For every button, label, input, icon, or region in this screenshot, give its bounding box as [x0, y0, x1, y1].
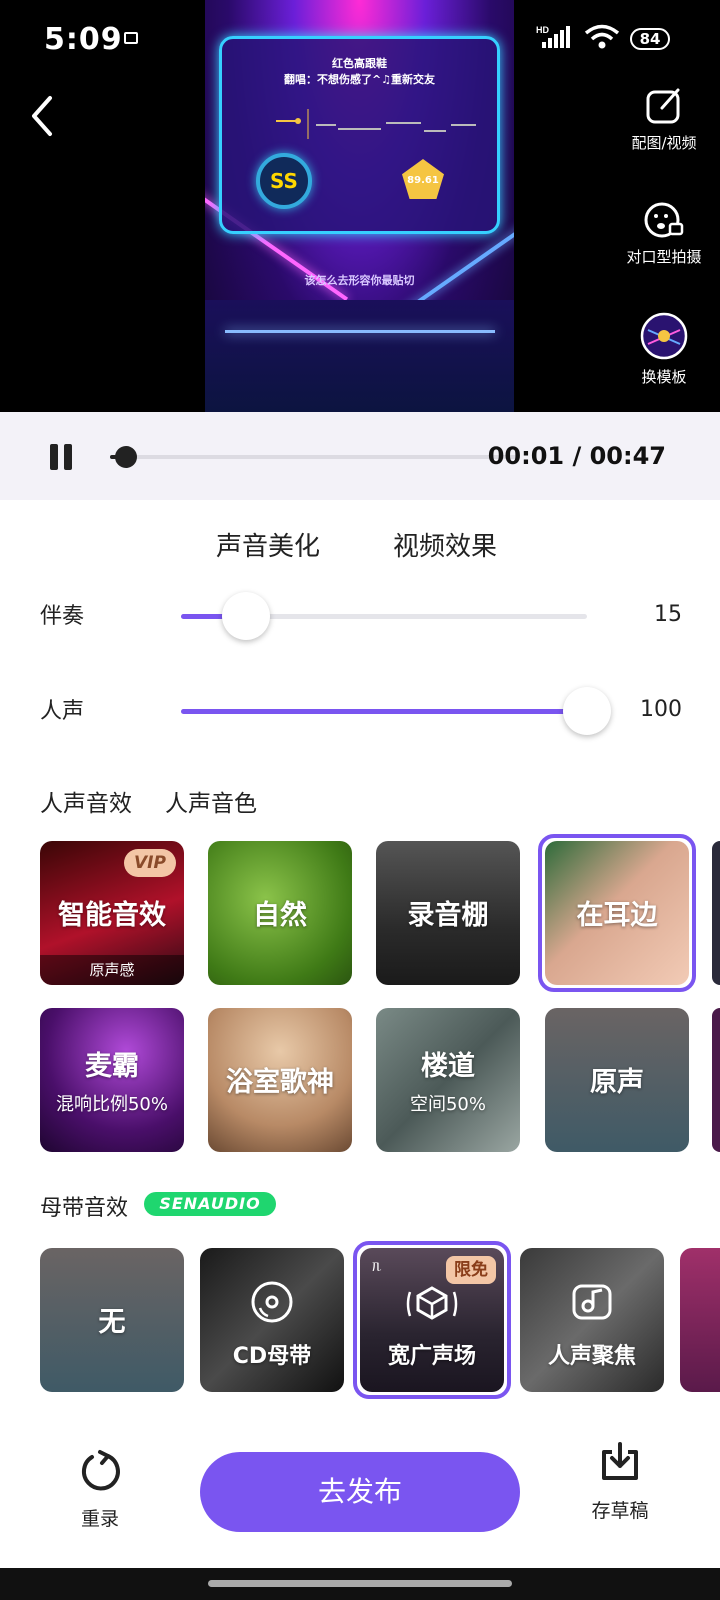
- lip-sync-button[interactable]: 对口型拍摄: [614, 200, 714, 267]
- master-tile-overflow: [680, 1248, 720, 1392]
- video-preview-area: 红色高跟鞋 翻唱：不想伤感了^♫重新交友 SS 89.61 该怎么去形容你最贴切…: [0, 0, 720, 412]
- tab-vocal-timbre[interactable]: 人声音色: [165, 784, 257, 818]
- stage-floor: [205, 300, 514, 412]
- playback-bar: 00:01 / 00:47: [0, 412, 720, 500]
- effect-name: 原声: [590, 1067, 644, 1098]
- rerecord-button[interactable]: 重录: [62, 1448, 138, 1531]
- vocal-slider-fill: [181, 709, 587, 714]
- effect-name: 在耳边: [576, 900, 658, 931]
- effect-name: 录音棚: [407, 900, 489, 931]
- pitch-line-graph: [276, 109, 476, 139]
- tab-voice-beautify[interactable]: 声音美化: [216, 526, 321, 565]
- accompaniment-value: 15: [654, 602, 682, 627]
- progress-track[interactable]: [110, 455, 520, 459]
- senaudio-logo: SENAUDIO: [144, 1192, 276, 1216]
- effect-tile-near-ear[interactable]: 在耳边: [545, 841, 689, 985]
- rerecord-label: 重录: [80, 1508, 119, 1530]
- pause-icon[interactable]: [50, 444, 74, 470]
- rerecord-icon: [81, 1450, 120, 1491]
- effect-tile-stairwell[interactable]: 楼道 空间50%: [376, 1008, 520, 1152]
- effect-tile-bathroom[interactable]: 浴室歌神: [208, 1008, 352, 1152]
- vocal-slider-handle[interactable]: [563, 687, 611, 735]
- sound-field-icon: [406, 1286, 458, 1320]
- effect-tile-original[interactable]: 原声: [545, 1008, 689, 1152]
- network-label: HD: [536, 25, 549, 35]
- status-time: 5:09: [44, 22, 123, 57]
- cover-line: 翻唱：不想伤感了^♫重新交友: [283, 73, 436, 86]
- effect-name: 自然: [253, 900, 307, 931]
- master-tile-wide-field[interactable]: ᥰ 限免 宽广声场: [360, 1248, 504, 1392]
- download-icon: [602, 1442, 638, 1480]
- effect-subtitle: 混响比例50%: [55, 1094, 168, 1115]
- wifi-icon: [584, 24, 620, 49]
- current-time: 00:01: [487, 442, 565, 470]
- tab-vocal-effects[interactable]: 人声音效: [40, 784, 132, 820]
- home-indicator[interactable]: [208, 1580, 512, 1587]
- master-name: CD母带: [232, 1344, 312, 1369]
- vocal-row: 人声 100: [0, 685, 720, 745]
- publish-button[interactable]: 去发布: [200, 1452, 520, 1532]
- vocal-sub-tabs: 人声音效 人声音色: [0, 780, 720, 824]
- effect-name: 麦霸: [85, 1051, 139, 1082]
- effect-tile-studio[interactable]: 录音棚: [376, 841, 520, 985]
- battery-indicator: 84: [630, 28, 670, 50]
- notification-icon: [124, 32, 138, 44]
- vocal-label: 人声: [40, 699, 85, 724]
- master-tile-none[interactable]: 无: [40, 1248, 184, 1392]
- effect-name: 楼道: [421, 1051, 475, 1082]
- lip-sync-label: 对口型拍摄: [626, 248, 702, 266]
- image-video-label: 配图/视频: [631, 134, 697, 152]
- master-tile-vocal-focus[interactable]: 人声聚焦: [520, 1248, 664, 1392]
- signal-icon: HD: [536, 25, 570, 48]
- master-name: 宽广声场: [387, 1344, 476, 1369]
- progress-handle[interactable]: [115, 446, 138, 468]
- accompaniment-row: 伴奏 15: [0, 590, 720, 650]
- master-name: 人声聚焦: [547, 1344, 636, 1369]
- effect-subtitle: 空间50%: [409, 1094, 486, 1115]
- total-time: 00:47: [589, 442, 666, 470]
- save-draft-label: 存草稿: [591, 1500, 649, 1522]
- lip-sync-camera-icon: [644, 202, 684, 238]
- effect-name: 浴室歌神: [226, 1067, 334, 1098]
- effect-tile-mic-king[interactable]: 麦霸 混响比例50%: [40, 1008, 184, 1152]
- accompaniment-slider-handle[interactable]: [221, 592, 270, 640]
- image-video-button[interactable]: 配图/视频: [614, 86, 714, 153]
- effect-tile-smart[interactable]: VIP 智能音效 原声感: [40, 841, 184, 985]
- mic-note-icon: [572, 1284, 612, 1320]
- lyric-line: 该怎么去形容你最贴切: [304, 274, 415, 287]
- accompaniment-label: 伴奏: [40, 604, 85, 629]
- system-nav-bar: [0, 1568, 720, 1600]
- master-name: 无: [98, 1307, 126, 1338]
- vip-badge: VIP: [124, 849, 176, 877]
- grade-badge: SS: [256, 153, 312, 209]
- back-arrow-icon[interactable]: [24, 92, 60, 140]
- bottom-action-bar: 重录 去发布 存草稿: [0, 1420, 720, 1550]
- effect-footer: 原声感: [40, 955, 184, 985]
- effect-tile-natural[interactable]: 自然: [208, 841, 352, 985]
- template-thumbnail-icon: [640, 312, 688, 360]
- score-pentagon: 89.61: [402, 159, 444, 199]
- vocal-value: 100: [640, 697, 682, 722]
- edit-square-icon: [646, 88, 680, 124]
- save-draft-button[interactable]: 存草稿: [580, 1440, 660, 1523]
- change-template-label: 换模板: [641, 368, 687, 386]
- effect-tile-overflow: [712, 841, 720, 985]
- status-bar: 5:09 HD 84: [0, 0, 720, 70]
- stage-neon-line: [225, 330, 495, 333]
- tab-video-effects[interactable]: 视频效果: [393, 526, 497, 563]
- master-effects-label: 母带音效: [40, 1196, 129, 1221]
- change-template-button[interactable]: 换模板: [614, 312, 714, 387]
- playback-time: 00:01 / 00:47: [487, 442, 666, 470]
- effect-name: 智能音效: [58, 900, 166, 931]
- main-tabs: 声音美化 视频效果: [0, 520, 720, 570]
- disc-icon: [251, 1281, 293, 1323]
- earbuds-icon: ᥰ: [372, 1256, 382, 1275]
- master-tile-cd[interactable]: CD母带: [200, 1248, 344, 1392]
- effect-tile-overflow: [712, 1008, 720, 1152]
